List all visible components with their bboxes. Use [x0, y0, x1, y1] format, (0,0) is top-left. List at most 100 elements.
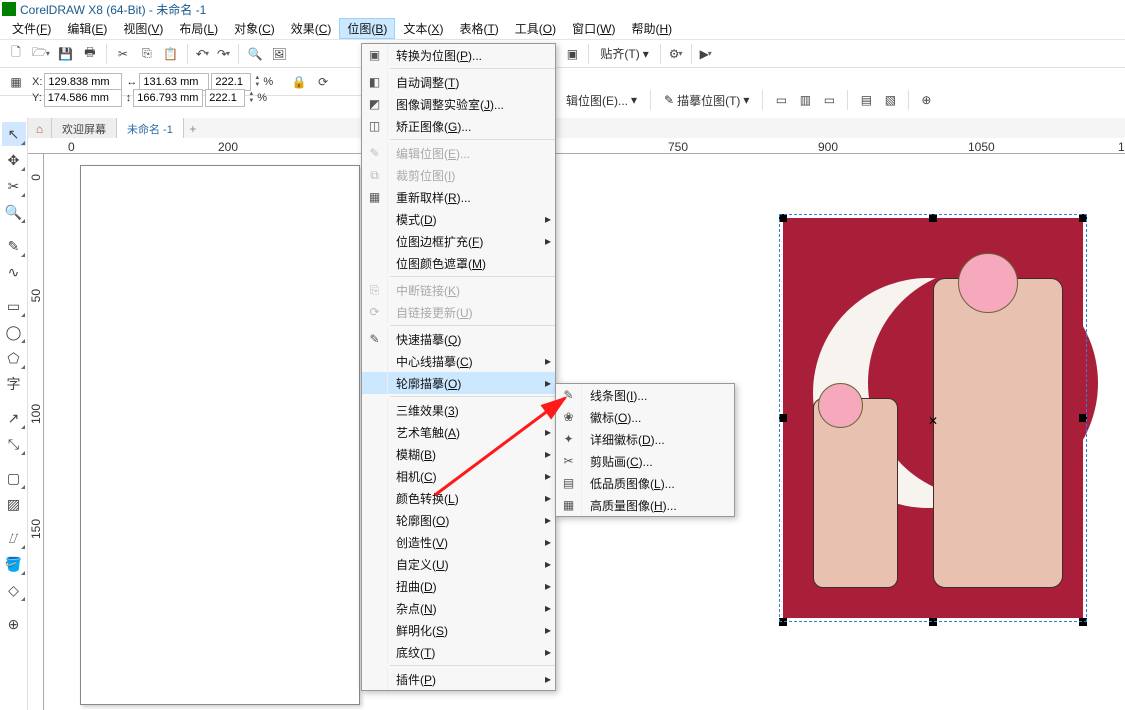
menu-item[interactable]: ◫矫正图像(G)...	[362, 115, 555, 137]
menu-编辑[interactable]: 编辑(E)	[59, 18, 115, 39]
text-tool[interactable]: 字	[2, 372, 26, 396]
sy-spinner[interactable]: ▲▼	[245, 91, 257, 105]
menu-效果[interactable]: 效果(C)	[283, 18, 340, 39]
submenu-item[interactable]: ✎线条图(I)...	[556, 384, 734, 406]
menu-视图[interactable]: 视图(V)	[115, 18, 171, 39]
menu-item[interactable]: 杂点(N)▸	[362, 597, 555, 619]
polygon-tool[interactable]: ⬠	[2, 346, 26, 370]
menu-item[interactable]: 底纹(T)▸	[362, 641, 555, 663]
add-tab-button[interactable]: +	[184, 122, 202, 136]
selection-handle[interactable]	[1079, 214, 1087, 222]
align-left-icon[interactable]: ▭	[770, 89, 792, 111]
selection-handle[interactable]	[1079, 618, 1087, 626]
quick-customize-button[interactable]: ⊕	[2, 612, 26, 636]
submenu-item[interactable]: ▤低品质图像(L)...	[556, 472, 734, 494]
menu-item[interactable]: 中心线描摹(C)▸	[362, 350, 555, 372]
menu-位图[interactable]: 位图(B)	[339, 18, 395, 39]
trace-bitmap-button[interactable]: ✎ 描摹位图(T) ▾	[657, 89, 756, 111]
freehand-tool[interactable]: ✎	[2, 234, 26, 258]
transparency-tool[interactable]: ▨	[2, 492, 26, 516]
undo-button[interactable]: ↶	[193, 43, 212, 65]
menu-表格[interactable]: 表格(T)	[451, 18, 506, 39]
menu-item[interactable]: 位图颜色遮罩(M)	[362, 252, 555, 274]
align-center-icon[interactable]: ▥	[794, 89, 816, 111]
document-tab[interactable]: 未命名 -1	[117, 118, 184, 140]
menu-item[interactable]: 艺术笔触(A)▸	[362, 421, 555, 443]
new-button[interactable]: 🗋	[5, 43, 27, 65]
rotate-button[interactable]: ⟳	[312, 71, 334, 93]
save-button[interactable]: 💾	[55, 43, 77, 65]
redo-button[interactable]: ↷	[214, 43, 233, 65]
fill-tool[interactable]: 🪣	[2, 552, 26, 576]
print-button[interactable]: 🖶	[79, 43, 101, 65]
menu-item[interactable]: ◧自动调整(T)	[362, 71, 555, 93]
ellipse-tool[interactable]: ◯	[2, 320, 26, 344]
menu-item[interactable]: 颜色转换(L)▸	[362, 487, 555, 509]
paste-button[interactable]: 📋	[160, 43, 182, 65]
menu-对象[interactable]: 对象(C)	[226, 18, 283, 39]
menu-item[interactable]: 鲜明化(S)▸	[362, 619, 555, 641]
menu-item[interactable]: 相机(C)▸	[362, 465, 555, 487]
drop-shadow-tool[interactable]: ▢	[2, 466, 26, 490]
menu-item[interactable]: 模式(D)▸	[362, 208, 555, 230]
snap-dropdown[interactable]: 贴齐(T) ▾	[593, 43, 655, 65]
menu-文件[interactable]: 文件(F)	[4, 18, 59, 39]
menu-item[interactable]: 自定义(U)▸	[362, 553, 555, 575]
zoom-tool[interactable]: 🔍	[2, 200, 26, 224]
menu-item[interactable]: ▣转换为位图(P)...	[362, 44, 555, 66]
selection-handle[interactable]	[929, 618, 937, 626]
options-button[interactable]: ⚙	[666, 43, 686, 65]
menu-item[interactable]: 轮廓描摹(O)▸	[362, 372, 555, 394]
menu-item[interactable]: ✎快速描摹(Q)	[362, 328, 555, 350]
submenu-item[interactable]: ✂剪贴画(C)...	[556, 450, 734, 472]
plus-icon[interactable]: ⊕	[916, 89, 936, 111]
home-tab[interactable]: ⌂	[28, 118, 52, 140]
menu-item[interactable]: 创造性(V)▸	[362, 531, 555, 553]
menu-item[interactable]: 扭曲(D)▸	[362, 575, 555, 597]
snap-grid-button[interactable]: ▣	[561, 43, 583, 65]
menu-帮助[interactable]: 帮助(H)	[623, 18, 680, 39]
edit-bitmap-button[interactable]: 辑位图(E)... ▾	[559, 89, 644, 111]
y-input[interactable]: 174.586 mm	[44, 89, 122, 107]
selection-handle[interactable]	[1079, 414, 1087, 422]
pick-tool[interactable]: ↖	[2, 122, 26, 146]
rectangle-tool[interactable]: ▭	[2, 294, 26, 318]
menu-item[interactable]: 三维效果(3)▸	[362, 399, 555, 421]
page-canvas[interactable]	[80, 165, 360, 705]
eyedropper-tool[interactable]: ⌰	[2, 526, 26, 550]
cut-button[interactable]: ✂	[112, 43, 134, 65]
menu-item[interactable]: 轮廓图(O)▸	[362, 509, 555, 531]
wrap-icon[interactable]: ▤	[855, 89, 877, 111]
menu-文本[interactable]: 文本(X)	[395, 18, 451, 39]
menu-工具[interactable]: 工具(O)	[507, 18, 564, 39]
search-button[interactable]: 🔍	[244, 43, 266, 65]
submenu-item[interactable]: ❀徽标(O)...	[556, 406, 734, 428]
selection-handle[interactable]	[779, 214, 787, 222]
align-right-icon[interactable]: ▭	[818, 89, 840, 111]
wrap2-icon[interactable]: ▧	[879, 89, 901, 111]
connector-tool[interactable]: ⤡	[2, 432, 26, 456]
selection-handle[interactable]	[779, 414, 787, 422]
copy-button[interactable]: ⎘	[136, 43, 158, 65]
lock-ratio-button[interactable]: 🔒	[288, 71, 310, 93]
outline-tool[interactable]: ◇	[2, 578, 26, 602]
h-input[interactable]: 166.793 mm	[133, 89, 203, 107]
sy-input[interactable]: 222.1	[205, 89, 245, 107]
open-button[interactable]: 🗁	[29, 43, 53, 65]
launch-button[interactable]: ▶	[697, 43, 715, 65]
image-button[interactable]: 🖼	[268, 43, 290, 65]
menu-item[interactable]: 插件(P)▸	[362, 668, 555, 690]
menu-item[interactable]: 位图边框扩充(F)▸	[362, 230, 555, 252]
menu-item[interactable]: 模糊(B)▸	[362, 443, 555, 465]
welcome-tab[interactable]: 欢迎屏幕	[52, 118, 117, 140]
submenu-item[interactable]: ✦详细徽标(D)...	[556, 428, 734, 450]
crop-tool[interactable]: ✂	[2, 174, 26, 198]
artistic-tool[interactable]: ∿	[2, 260, 26, 284]
selection-handle[interactable]	[929, 214, 937, 222]
menu-布局[interactable]: 布局(L)	[171, 18, 226, 39]
menu-窗口[interactable]: 窗口(W)	[564, 18, 623, 39]
dimension-tool[interactable]: ↗	[2, 406, 26, 430]
shape-tool[interactable]: ✥	[2, 148, 26, 172]
submenu-item[interactable]: ▦高质量图像(H)...	[556, 494, 734, 516]
menu-item[interactable]: ▦重新取样(R)...	[362, 186, 555, 208]
